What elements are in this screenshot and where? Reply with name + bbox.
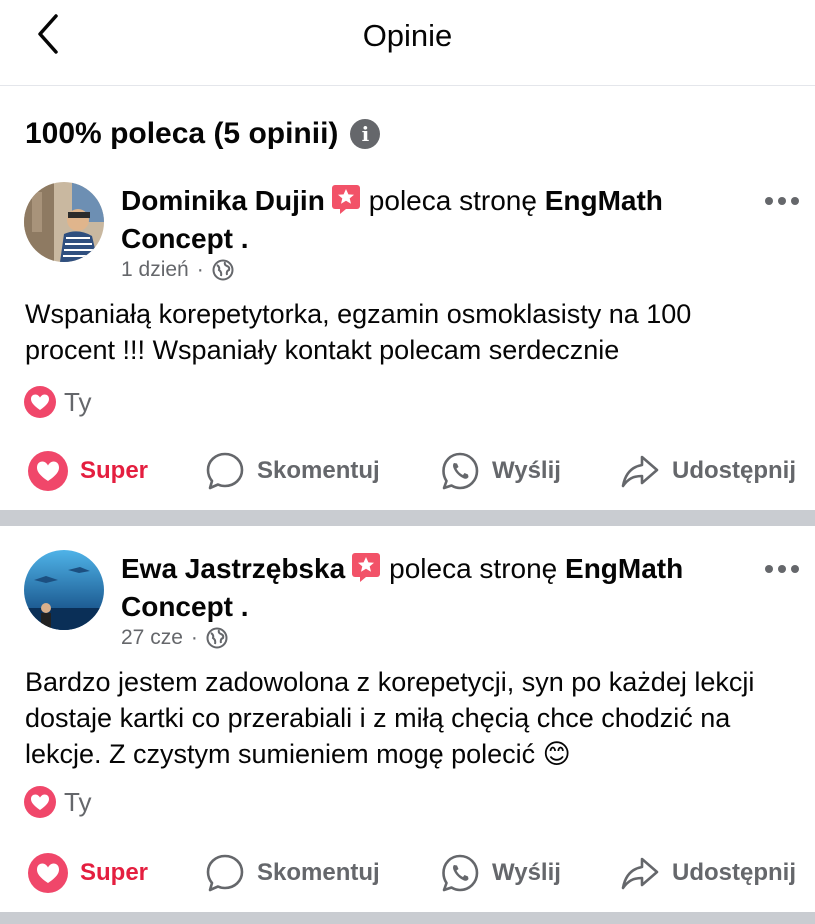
recommend-star-icon (331, 185, 360, 214)
page-name-suffix: . (233, 591, 249, 622)
globe-icon (212, 259, 234, 281)
review-text: Wspaniałą korepetytorka, egzamin osmokla… (25, 299, 692, 365)
timestamp[interactable]: 1 dzień (121, 258, 189, 282)
comment-label: Skomentuj (257, 859, 380, 886)
send-label: Wyślij (492, 859, 561, 886)
top-bar: Opinie (0, 0, 815, 86)
comment-label: Skomentuj (257, 457, 380, 484)
page-title: Opinie (362, 18, 453, 53)
review-header: Ewa Jastrzębska poleca stronę EngMath Con… (121, 550, 721, 626)
more-options-button[interactable] (765, 194, 801, 208)
meta-separator: · (190, 626, 198, 649)
more-options-button[interactable] (765, 562, 801, 576)
review-meta: 1 dzień · (121, 258, 234, 282)
action-bar: Super Skomentuj Wyślij Udostępnij (0, 446, 815, 496)
super-button[interactable]: Super (28, 446, 148, 496)
author-name[interactable]: Ewa Jastrzębska (121, 553, 345, 584)
author-name[interactable]: Dominika Dujin (121, 185, 325, 216)
send-button[interactable]: Wyślij (440, 848, 561, 898)
timestamp[interactable]: 27 cze (121, 626, 183, 650)
share-icon (621, 857, 659, 890)
comment-icon (206, 452, 244, 490)
whatsapp-icon (442, 452, 479, 490)
share-button[interactable]: Udostępnij (620, 446, 796, 496)
reaction-summary[interactable]: Ty (24, 386, 91, 418)
super-label: Super (80, 859, 149, 886)
review-text: Bardzo jestem zadowolona z korepetycji, … (25, 667, 755, 769)
share-label: Udostępnij (672, 859, 796, 886)
meta-separator: · (196, 258, 204, 281)
send-button[interactable]: Wyślij (440, 446, 561, 496)
reactor-name: Ty (64, 386, 92, 417)
recommend-verb: poleca stronę (368, 185, 537, 216)
comment-button[interactable]: Skomentuj (205, 446, 380, 496)
comment-button[interactable]: Skomentuj (205, 848, 380, 898)
page-name-suffix: . (233, 223, 249, 254)
share-icon (621, 455, 659, 488)
recommend-verb: poleca stronę (389, 553, 558, 584)
reaction-summary[interactable]: Ty (24, 786, 91, 818)
heart-icon (28, 451, 68, 491)
review-header: Dominika Dujin poleca stronę EngMath Conc… (121, 182, 721, 258)
reactor-name: Ty (64, 786, 92, 817)
summary-text: 100% poleca (5 opinii) (25, 117, 339, 150)
recommendation-summary: 100% poleca (5 opinii) i (25, 117, 381, 151)
section-divider (0, 912, 815, 924)
super-button[interactable]: Super (28, 848, 148, 898)
avatar[interactable] (24, 182, 104, 262)
review-card: Dominika Dujin poleca stronę EngMath Conc… (0, 182, 815, 562)
action-bar: Super Skomentuj Wyślij Udostępnij (0, 848, 815, 898)
review-card: Ewa Jastrzębska poleca stronę EngMath Con… (0, 550, 815, 924)
whatsapp-icon (442, 854, 479, 892)
section-divider (0, 510, 815, 526)
recommend-star-icon (352, 553, 381, 582)
share-button[interactable]: Udostępnij (620, 848, 796, 898)
comment-icon (206, 854, 244, 892)
love-reaction-icon (24, 786, 56, 818)
heart-icon (28, 853, 68, 893)
globe-icon (206, 627, 228, 649)
send-label: Wyślij (492, 457, 561, 484)
super-label: Super (80, 457, 149, 484)
info-icon[interactable]: i (350, 119, 381, 149)
love-reaction-icon (24, 386, 56, 418)
share-label: Udostępnij (672, 457, 796, 484)
review-meta: 27 cze · (121, 626, 228, 650)
avatar[interactable] (24, 550, 104, 630)
